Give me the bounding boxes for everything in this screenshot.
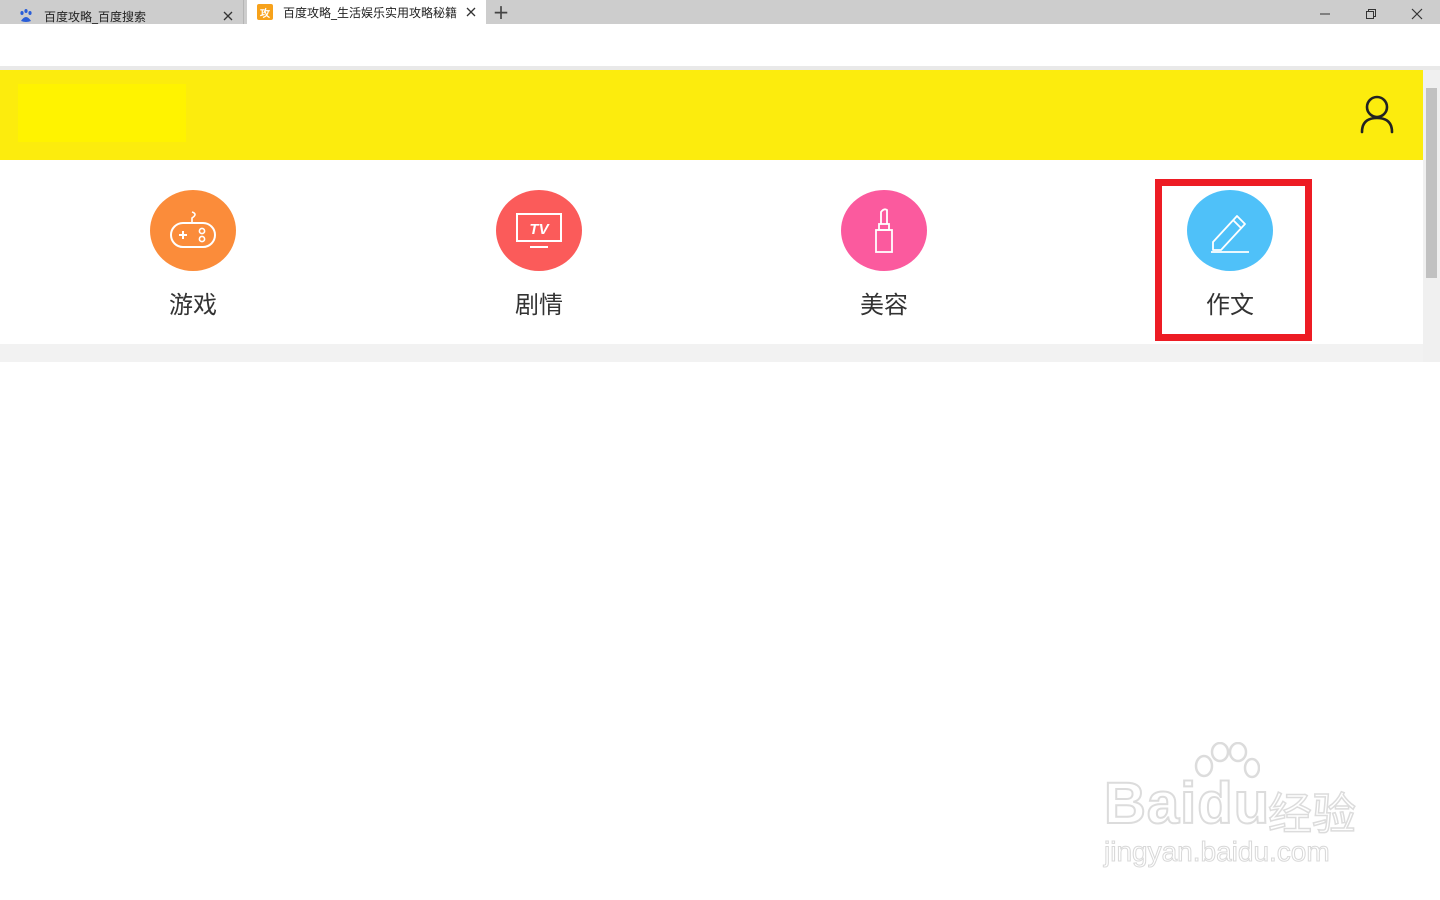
- scrollbar-thumb[interactable]: [1426, 88, 1437, 278]
- nav-circle: [150, 190, 236, 271]
- baidu-paw-icon: [18, 8, 34, 24]
- tab-baidu-gonglue[interactable]: 攻 百度攻略_生活娱乐实用攻略秘籍: [247, 0, 486, 24]
- annotation-highlight-box: [1155, 179, 1312, 341]
- svg-text:TV: TV: [529, 221, 550, 238]
- tab-close-icon[interactable]: [464, 5, 478, 19]
- nav-label: 美容: [860, 291, 908, 319]
- gamepad-icon: [170, 210, 216, 248]
- minimize-icon: [1320, 13, 1330, 15]
- nav-item-beauty[interactable]: 美容: [804, 190, 964, 320]
- site-header: [0, 70, 1423, 160]
- browser-toolbar: [0, 24, 1440, 66]
- gonglue-favicon-icon: 攻: [257, 4, 273, 20]
- page-scrollbar[interactable]: [1423, 70, 1440, 362]
- tab-title: 百度攻略_生活娱乐实用攻略秘籍: [283, 5, 458, 20]
- nav-circle: [841, 190, 927, 271]
- watermark-brand: Baidu: [1103, 770, 1271, 837]
- section-divider: [0, 344, 1423, 362]
- watermark-url: jingyan.baidu.com: [1104, 836, 1331, 868]
- nav-item-games[interactable]: 游戏: [113, 190, 273, 320]
- tab-close-icon[interactable]: [221, 9, 235, 23]
- user-icon[interactable]: [1357, 94, 1397, 136]
- nav-circle: TV: [496, 190, 582, 271]
- lipstick-icon: [875, 207, 893, 253]
- nav-label: 剧情: [515, 291, 563, 319]
- new-tab-button[interactable]: +: [492, 2, 510, 22]
- close-icon: [1411, 8, 1423, 20]
- site-logo[interactable]: [18, 84, 186, 142]
- nav-label: 游戏: [169, 291, 217, 319]
- baidu-jingyan-watermark: Baidu 经验 jingyan.baidu.com: [1103, 742, 1374, 870]
- tv-icon: TV: [516, 212, 562, 248]
- watermark-brand-cn: 经验: [1267, 788, 1357, 841]
- restore-icon: [1366, 9, 1376, 19]
- tab-title: 百度攻略_百度搜索: [44, 9, 147, 24]
- nav-item-drama[interactable]: TV 剧情: [459, 190, 619, 320]
